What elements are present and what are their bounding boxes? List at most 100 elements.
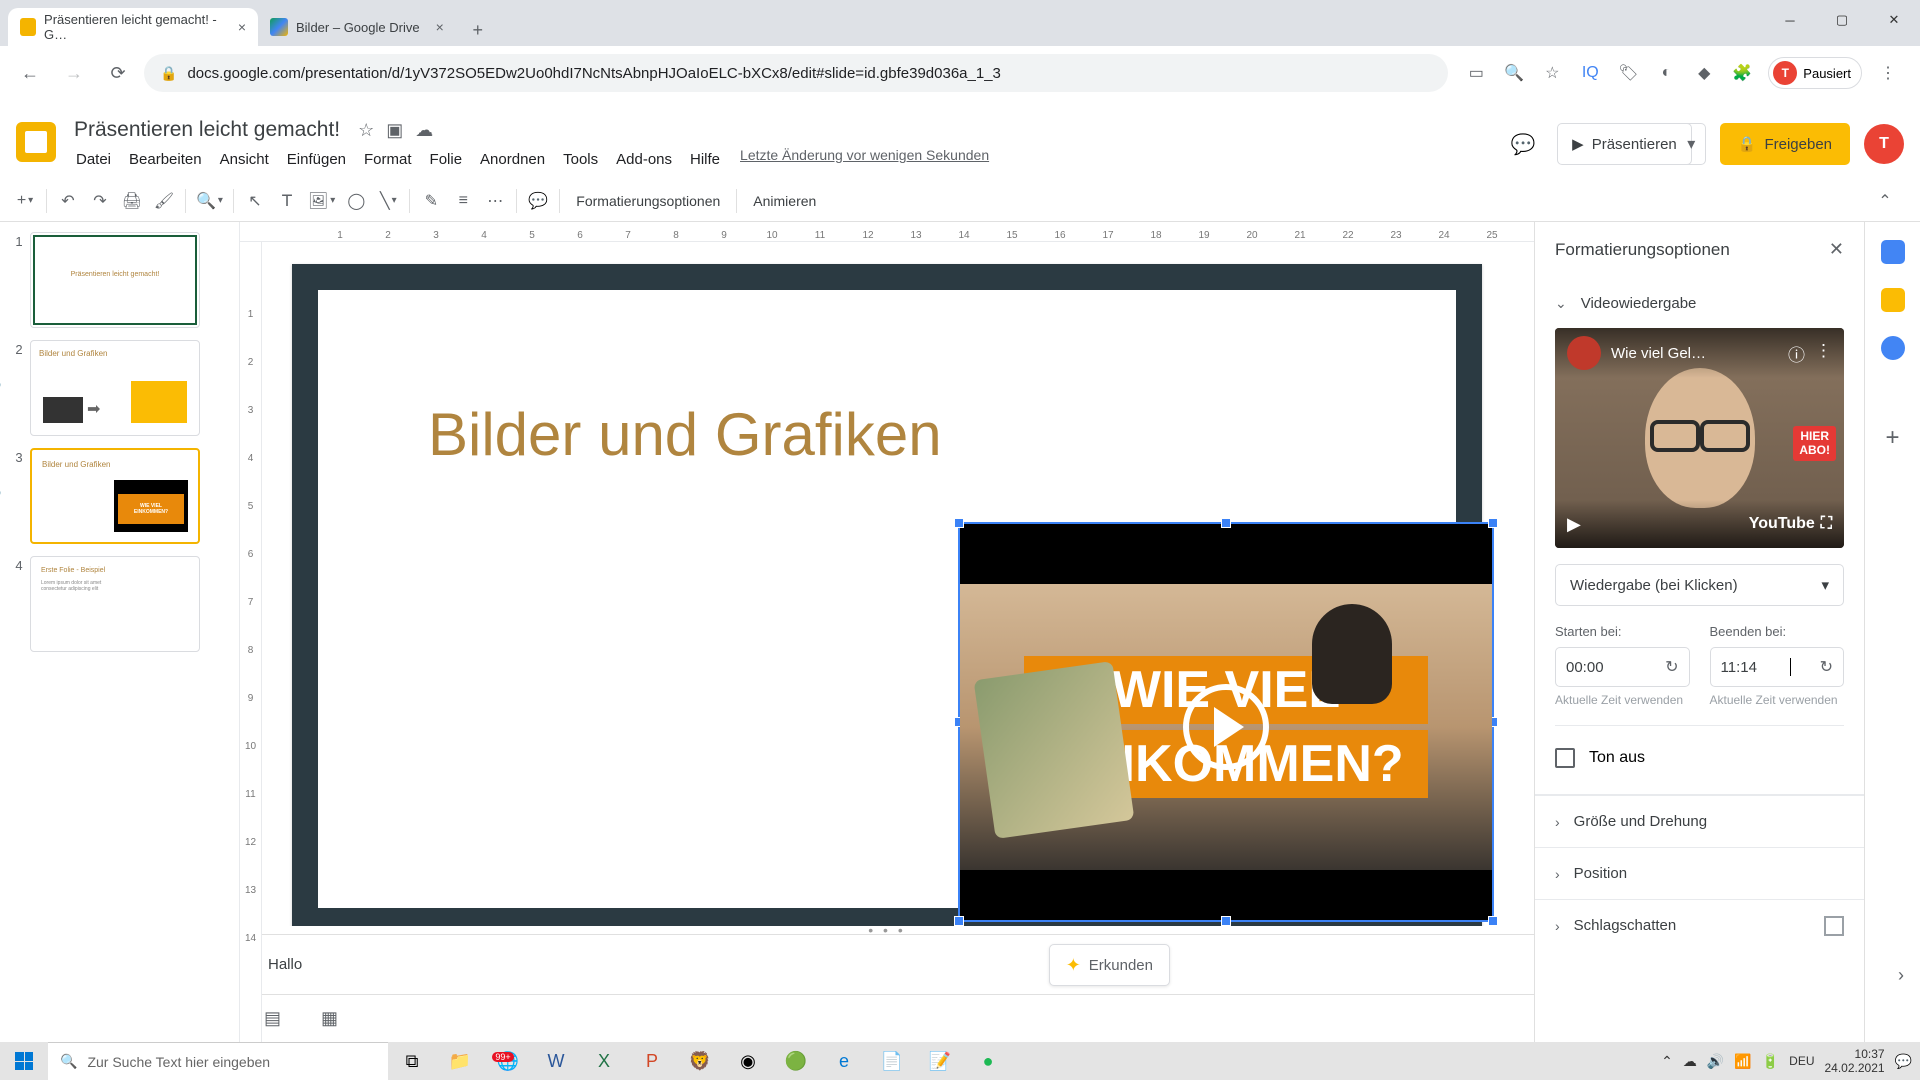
menu-tools[interactable]: Tools <box>555 147 606 172</box>
fill-color-button[interactable]: ✎ <box>416 186 446 216</box>
embedded-video[interactable]: WIE VIEL EINKOMMEN? <box>958 522 1494 922</box>
task-view-icon[interactable]: ⧉ <box>388 1042 436 1080</box>
profile-button[interactable]: T Pausiert <box>1768 57 1862 89</box>
menu-einfuegen[interactable]: Einfügen <box>279 147 354 172</box>
tray-clock[interactable]: 10:37 24.02.2021 <box>1825 1047 1885 1076</box>
menu-folie[interactable]: Folie <box>422 147 471 172</box>
chrome-icon[interactable]: 🟢 <box>772 1042 820 1080</box>
cast-icon[interactable]: ▭ <box>1464 61 1488 85</box>
size-rotation-section[interactable]: › Größe und Drehung <box>1535 795 1864 847</box>
menu-ansicht[interactable]: Ansicht <box>212 147 277 172</box>
move-icon[interactable]: ▣ <box>386 120 403 141</box>
last-edit-text[interactable]: Letzte Änderung vor wenigen Sekunden <box>740 147 989 172</box>
back-button[interactable]: ← <box>12 55 48 91</box>
notifications-icon[interactable]: 💬 <box>1895 1053 1912 1070</box>
word-icon[interactable]: W <box>532 1042 580 1080</box>
playback-mode-select[interactable]: Wiedergabe (bei Klicken) ▾ <box>1555 564 1844 606</box>
shadow-toggle-checkbox[interactable] <box>1824 916 1844 936</box>
info-icon[interactable]: ⓘ <box>1788 341 1805 366</box>
browser-tab-active[interactable]: Präsentieren leicht gemacht! - G… × <box>8 8 258 46</box>
cloud-icon[interactable]: ☁ <box>415 120 433 141</box>
extension-icon[interactable]: 🏷 <box>1616 61 1640 85</box>
present-button[interactable]: ▶ Präsentieren <box>1557 123 1692 165</box>
menu-hilfe[interactable]: Hilfe <box>682 147 728 172</box>
volume-icon[interactable]: 🔊 <box>1707 1053 1724 1070</box>
explore-button[interactable]: ✦ Erkunden <box>1049 944 1170 986</box>
present-dropdown[interactable]: ▾ <box>1678 123 1706 165</box>
tasks-icon[interactable] <box>1881 336 1905 360</box>
use-current-time-link[interactable]: Aktuelle Zeit verwenden <box>1555 693 1690 707</box>
slide-canvas[interactable]: Bilder und Grafiken <box>292 264 1482 926</box>
extension-icon[interactable]: IQ <box>1578 61 1602 85</box>
keep-icon[interactable] <box>1881 288 1905 312</box>
border-dash-button[interactable]: ⋯ <box>480 186 510 216</box>
comment-button[interactable]: 💬 <box>523 186 553 216</box>
battery-icon[interactable]: 🔋 <box>1762 1053 1779 1070</box>
edge-chromium-icon[interactable]: e <box>820 1042 868 1080</box>
calendar-icon[interactable] <box>1881 240 1905 264</box>
excel-icon[interactable]: X <box>580 1042 628 1080</box>
slide-title[interactable]: Bilder und Grafiken <box>428 400 942 469</box>
address-bar[interactable]: 🔒 docs.google.com/presentation/d/1yV372S… <box>144 54 1448 92</box>
add-addon-icon[interactable]: + <box>1885 424 1899 452</box>
textbox-tool[interactable]: 𝖳 <box>272 186 302 216</box>
close-window-button[interactable]: ✕ <box>1868 0 1920 40</box>
slide-thumbnail[interactable]: Erste Folie - Beispiel Lorem ipsum dolor… <box>30 556 200 652</box>
edge-icon[interactable]: 🌐99+ <box>484 1042 532 1080</box>
youtube-label[interactable]: YouTube <box>1749 515 1815 533</box>
mute-checkbox[interactable] <box>1555 748 1575 768</box>
zoom-icon[interactable]: 🔍 <box>1502 61 1526 85</box>
undo-button[interactable]: ↶ <box>53 186 83 216</box>
video-preview[interactable]: Wie viel Gel… ⓘ ⋮ HIER ABO! ▶ <box>1555 328 1844 548</box>
animate-button[interactable]: Animieren <box>743 189 826 213</box>
maximize-button[interactable]: ▢ <box>1816 0 1868 40</box>
document-title[interactable]: Präsentieren leicht gemacht! <box>68 116 346 144</box>
redo-button[interactable]: ↷ <box>85 186 115 216</box>
menu-datei[interactable]: Datei <box>68 147 119 172</box>
extensions-menu-icon[interactable]: 🧩 <box>1730 61 1754 85</box>
menu-addons[interactable]: Add-ons <box>608 147 680 172</box>
new-slide-button[interactable]: +▾ <box>10 186 40 216</box>
tray-chevron-icon[interactable]: ⌃ <box>1661 1053 1673 1070</box>
slides-logo[interactable] <box>16 122 60 166</box>
slide-thumbnail[interactable]: Präsentieren leicht gemacht! <box>30 232 200 328</box>
comments-icon[interactable]: 💬 <box>1503 124 1543 164</box>
select-tool[interactable]: ↖ <box>240 186 270 216</box>
paint-format-button[interactable]: 🖌 <box>149 186 179 216</box>
play-icon[interactable]: ▶ <box>1567 514 1581 535</box>
collapse-toolbar-icon[interactable]: ⌃ <box>1870 186 1900 216</box>
brave-icon[interactable]: 🦁 <box>676 1042 724 1080</box>
obs-icon[interactable]: ◉ <box>724 1042 772 1080</box>
file-explorer-icon[interactable]: 📁 <box>436 1042 484 1080</box>
print-button[interactable]: 🖨 <box>117 186 147 216</box>
close-tab-icon[interactable]: × <box>238 19 246 35</box>
refresh-icon[interactable]: ↻ <box>1665 657 1678 677</box>
app-icon[interactable]: 📄 <box>868 1042 916 1080</box>
notepad-icon[interactable]: 📝 <box>916 1042 964 1080</box>
refresh-icon[interactable]: ↻ <box>1820 657 1833 677</box>
menu-format[interactable]: Format <box>356 147 420 172</box>
spotify-icon[interactable]: ● <box>964 1042 1012 1080</box>
collapse-rail-icon[interactable]: › <box>1898 965 1904 986</box>
minimize-button[interactable]: ─ <box>1764 0 1816 40</box>
drop-shadow-section[interactable]: › Schlagschatten <box>1535 899 1864 951</box>
shape-tool[interactable]: ◯ <box>341 186 371 216</box>
speaker-notes[interactable]: Hallo <box>240 934 1534 994</box>
wifi-icon[interactable]: 📶 <box>1734 1053 1751 1070</box>
play-icon[interactable] <box>1183 684 1269 770</box>
taskbar-search[interactable]: 🔍 Zur Suche Text hier eingeben <box>48 1042 388 1080</box>
reload-button[interactable]: ⟳ <box>100 55 136 91</box>
language-indicator[interactable]: DEU <box>1789 1054 1814 1068</box>
filmstrip-view-icon[interactable]: ▤ <box>264 1008 281 1029</box>
start-at-input[interactable]: 00:00 ↻ <box>1555 647 1690 687</box>
kebab-icon[interactable]: ⋮ <box>1815 341 1832 366</box>
format-options-button[interactable]: Formatierungsoptionen <box>566 189 730 213</box>
close-panel-icon[interactable]: ✕ <box>1829 239 1844 260</box>
share-button[interactable]: 🔒 Freigeben <box>1720 123 1850 165</box>
fullscreen-icon[interactable]: ⛶ <box>1821 515 1832 533</box>
border-weight-button[interactable]: ≡ <box>448 186 478 216</box>
use-current-time-link[interactable]: Aktuelle Zeit verwenden <box>1710 693 1845 707</box>
end-at-input[interactable]: 11:14 ↻ <box>1710 647 1845 687</box>
menu-bearbeiten[interactable]: Bearbeiten <box>121 147 210 172</box>
star-icon[interactable]: ☆ <box>358 120 374 141</box>
